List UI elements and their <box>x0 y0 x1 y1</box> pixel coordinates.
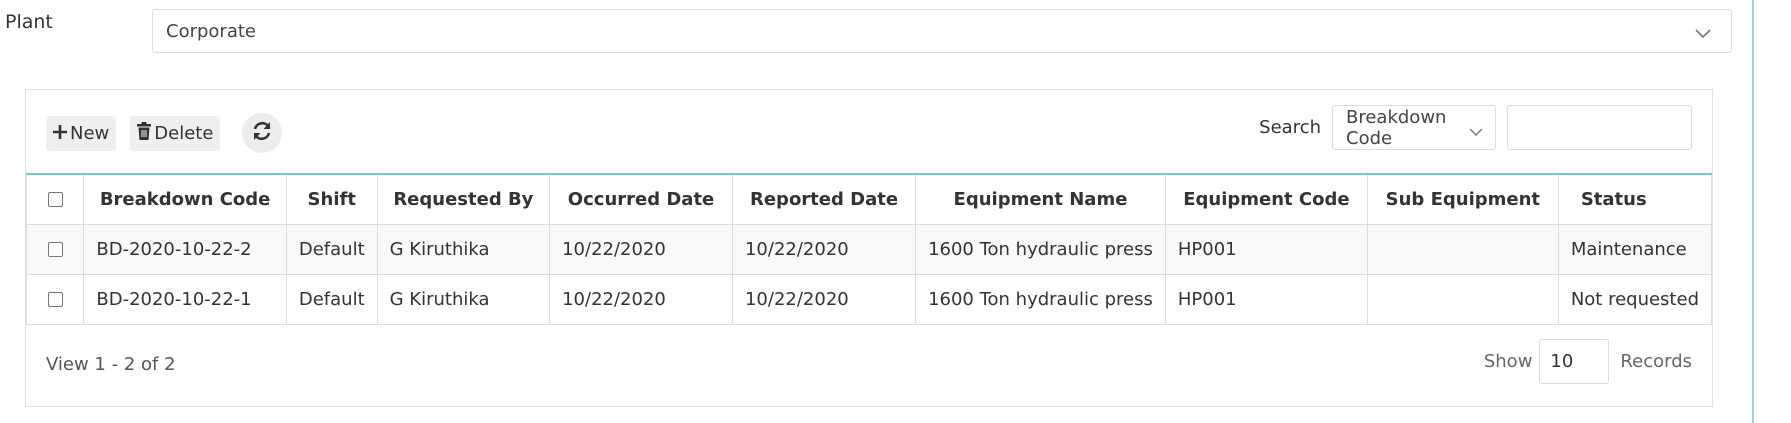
column-header-breakdown-code[interactable]: Breakdown Code <box>83 174 287 225</box>
row-checkbox[interactable] <box>47 292 63 307</box>
row-select-cell <box>25 273 85 325</box>
shift-cell: Default <box>285 223 378 275</box>
chevron-down-icon <box>1695 23 1711 44</box>
refresh-icon <box>251 120 273 146</box>
requested-by-cell: G Kiruthika <box>376 223 551 275</box>
record-count-text: View 1 - 2 of 2 <box>46 354 176 375</box>
column-header-equipment-name[interactable]: Equipment Name <box>915 174 1166 225</box>
row-checkbox[interactable] <box>47 242 63 257</box>
page-size-input[interactable]: 10 <box>1539 339 1610 384</box>
shift-cell: Default <box>285 273 378 325</box>
reported-date-cell: 10/22/2020 <box>731 273 917 325</box>
trash-icon <box>137 121 154 145</box>
search-input[interactable] <box>1507 105 1692 150</box>
reported-date-cell: 10/22/2020 <box>731 223 917 275</box>
grid-toolbar: New Delete <box>46 113 283 153</box>
requested-by-cell: G Kiruthika <box>376 273 551 325</box>
new-button-label: New <box>70 122 110 144</box>
plant-select-value: Corporate <box>166 20 256 42</box>
status-cell: Maintenance <box>1557 223 1713 275</box>
table-header-row: Breakdown Code Shift Requested By Occurr… <box>25 174 1713 225</box>
breakdown-grid-panel: New Delete Search Breakdown Code Breakdo… <box>25 89 1713 407</box>
equipment-code-cell: HP001 <box>1164 223 1368 275</box>
sub-equipment-cell <box>1366 273 1559 325</box>
select-all-cell <box>25 174 85 225</box>
new-button[interactable]: New <box>46 115 117 151</box>
column-header-sub-equipment[interactable]: Sub Equipment <box>1366 174 1559 225</box>
records-label: Records <box>1620 351 1692 372</box>
breakdown-code-link[interactable]: BD-2020-10-22-2 <box>83 223 287 275</box>
breakdown-table: Breakdown Code Shift Requested By Occurr… <box>25 173 1713 325</box>
plant-label: Plant <box>5 11 53 33</box>
page-edge-rule <box>1752 0 1754 423</box>
chevron-down-icon <box>1469 121 1483 142</box>
breakdown-code-link[interactable]: BD-2020-10-22-1 <box>83 273 287 325</box>
refresh-button[interactable] <box>242 113 283 153</box>
row-select-cell <box>25 223 85 275</box>
search-area: Search Breakdown Code <box>1259 105 1692 150</box>
table-row: BD-2020-10-22-2 Default G Kiruthika 10/2… <box>25 223 1713 275</box>
plus-icon <box>53 123 70 144</box>
column-header-shift[interactable]: Shift <box>285 174 378 225</box>
select-all-checkbox[interactable] <box>47 192 63 208</box>
search-label: Search <box>1259 117 1321 138</box>
occurred-date-cell: 10/22/2020 <box>549 273 733 325</box>
column-header-requested-by[interactable]: Requested By <box>376 174 551 225</box>
equipment-code-cell: HP001 <box>1164 273 1368 325</box>
sub-equipment-cell <box>1366 223 1559 275</box>
column-header-occurred-date[interactable]: Occurred Date <box>549 174 733 225</box>
table-row: BD-2020-10-22-1 Default G Kiruthika 10/2… <box>25 273 1713 325</box>
occurred-date-cell: 10/22/2020 <box>549 223 733 275</box>
delete-button-label: Delete <box>154 122 214 144</box>
column-header-reported-date[interactable]: Reported Date <box>731 174 917 225</box>
equipment-name-cell: 1600 Ton hydraulic press <box>915 273 1166 325</box>
equipment-name-cell: 1600 Ton hydraulic press <box>915 223 1166 275</box>
show-label: Show <box>1483 351 1533 372</box>
plant-select[interactable]: Corporate <box>152 9 1732 53</box>
column-header-status[interactable]: Status <box>1557 174 1713 225</box>
delete-button[interactable]: Delete <box>130 115 221 151</box>
search-field-select[interactable]: Breakdown Code <box>1332 105 1496 150</box>
status-cell: Not requested <box>1557 273 1713 325</box>
column-header-equipment-code[interactable]: Equipment Code <box>1164 174 1368 225</box>
page-size-control: Show 10 Records <box>1484 339 1692 384</box>
